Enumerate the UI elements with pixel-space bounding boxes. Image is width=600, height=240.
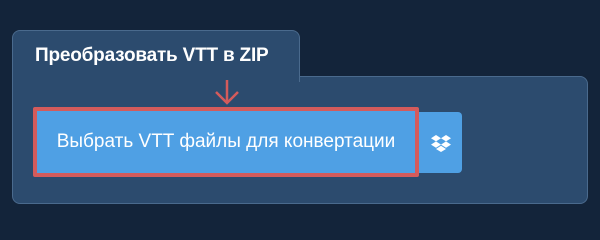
select-vtt-files-button[interactable]: Выбрать VTT файлы для конвертации bbox=[37, 111, 415, 173]
dropbox-icon bbox=[430, 134, 451, 152]
tab-panel-joint bbox=[13, 72, 299, 80]
select-vtt-files-label: Выбрать VTT файлы для конвертации bbox=[56, 131, 396, 152]
tab-title: Преобразовать VTT в ZIP bbox=[35, 45, 269, 66]
dropbox-button[interactable] bbox=[419, 112, 462, 173]
arrow-down-icon bbox=[215, 80, 239, 105]
